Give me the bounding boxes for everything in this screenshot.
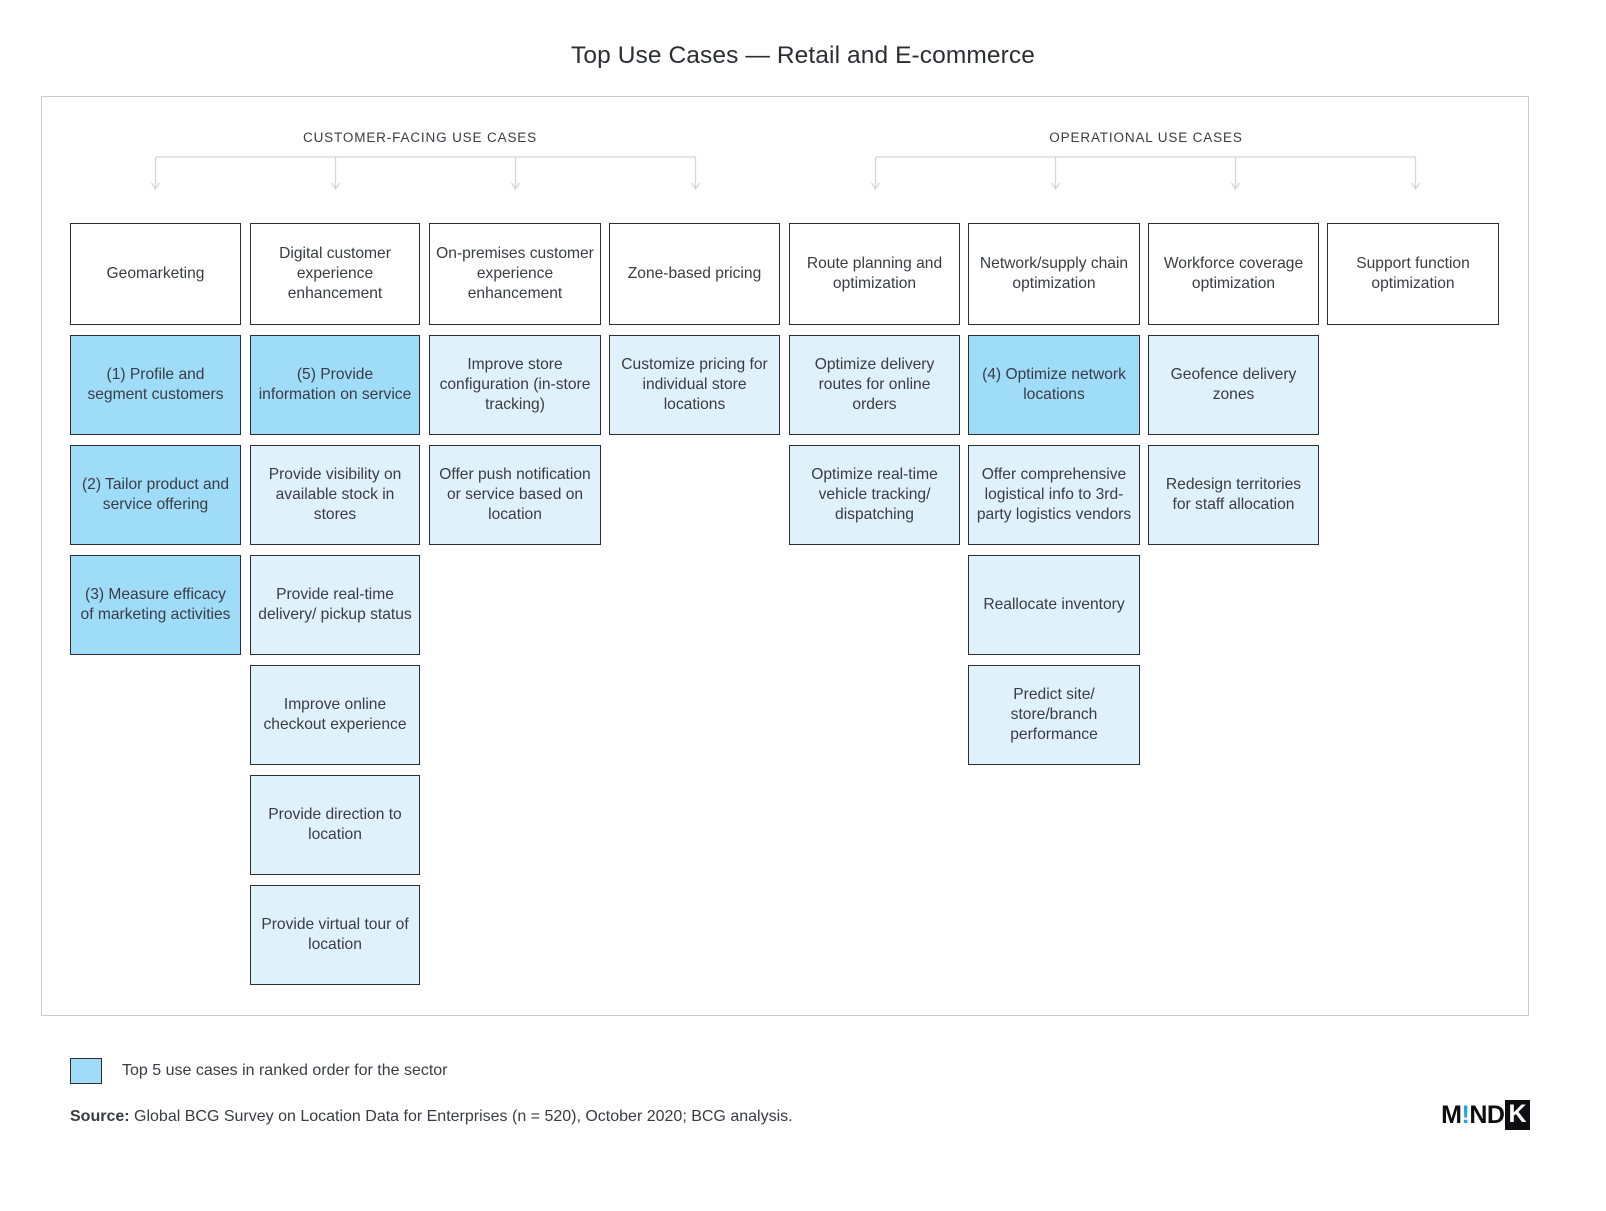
use-case-box: Optimize delivery routes for online orde… <box>789 335 960 435</box>
column-header: Workforce coverage optimization <box>1148 223 1319 325</box>
column-header: Zone-based pricing <box>609 223 780 325</box>
column-header: Geomarketing <box>70 223 241 325</box>
use-case-box-top5: (1) Profile and segment customers <box>70 335 241 435</box>
legend-label: Top 5 use cases in ranked order for the … <box>122 1062 448 1079</box>
use-case-box: Reallocate inventory <box>968 555 1140 655</box>
logo-exclamation: ! <box>1461 1100 1470 1129</box>
column-header: Support function optimization <box>1327 223 1499 325</box>
column-header: Network/supply chain optimization <box>968 223 1140 325</box>
column-on-premises-cx: On-premises customer experience enhancem… <box>429 223 601 555</box>
column-network-supply-chain: Network/supply chain optimization (4) Opt… <box>968 223 1140 775</box>
column-workforce-coverage: Workforce coverage optimization Geofence … <box>1148 223 1319 555</box>
use-case-box-top5: (5) Provide information on service <box>250 335 420 435</box>
legend-swatch-top5 <box>70 1058 102 1084</box>
source-label: Source: <box>70 1108 130 1125</box>
column-header: Digital customer experience enhancement <box>250 223 420 325</box>
use-case-box: Customize pricing for individual store l… <box>609 335 780 435</box>
mindk-logo: M! ND K <box>1441 1100 1530 1130</box>
diagram-page: Top Use Cases — Retail and E-commerce CU… <box>0 0 1606 1211</box>
source-text: Global BCG Survey on Location Data for E… <box>129 1108 793 1125</box>
use-case-box: Provide virtual tour of location <box>250 885 420 985</box>
use-case-box-top5: (4) Optimize network locations <box>968 335 1140 435</box>
use-case-box-top5: (2) Tailor product and service offering <box>70 445 241 545</box>
use-case-box: Provide real-time delivery/ pickup statu… <box>250 555 420 655</box>
source-note: Source: Global BCG Survey on Location Da… <box>70 1108 793 1126</box>
logo-part-nd: ND <box>1469 1100 1505 1129</box>
column-header: Route planning and optimization <box>789 223 960 325</box>
column-route-planning: Route planning and optimization Optimize … <box>789 223 960 555</box>
column-digital-cx: Digital customer experience enhancement(… <box>250 223 420 995</box>
bracket-operational <box>870 156 1430 194</box>
use-case-box: Provide visibility on available stock in… <box>250 445 420 545</box>
use-case-box: Redesign territories for staff allocatio… <box>1148 445 1319 545</box>
group-label-customer-facing: CUSTOMER-FACING USE CASES <box>302 130 538 145</box>
legend: Top 5 use cases in ranked order for the … <box>70 1058 448 1084</box>
logo-part-k: K <box>1505 1100 1530 1130</box>
page-title: Top Use Cases — Retail and E-commerce <box>571 42 1035 69</box>
group-label-operational: OPERATIONAL USE CASES <box>1049 130 1243 145</box>
use-case-box: Geofence delivery zones <box>1148 335 1319 435</box>
column-support-function: Support function optimization <box>1327 223 1499 335</box>
use-case-box: Improve store configuration (in-store tr… <box>429 335 601 435</box>
use-case-box: Improve online checkout experience <box>250 665 420 765</box>
use-case-box: Offer comprehensive logistical info to 3… <box>968 445 1140 545</box>
use-case-box: Provide direction to location <box>250 775 420 875</box>
column-geomarketing: Geomarketing (1) Profile and segment cust… <box>70 223 241 665</box>
bracket-customer-facing <box>150 156 710 194</box>
logo-part-m: M <box>1441 1100 1462 1129</box>
use-case-box: Optimize real-time vehicle tracking/ dis… <box>789 445 960 545</box>
use-case-box: Offer push notification or service based… <box>429 445 601 545</box>
use-case-box-top5: (3) Measure efficacy of marketing activi… <box>70 555 241 655</box>
column-header: On-premises customer experience enhancem… <box>429 223 601 325</box>
column-zone-based-pricing: Zone-based pricing Customize pricing for … <box>609 223 780 445</box>
use-case-box: Predict site/ store/branch performance <box>968 665 1140 765</box>
